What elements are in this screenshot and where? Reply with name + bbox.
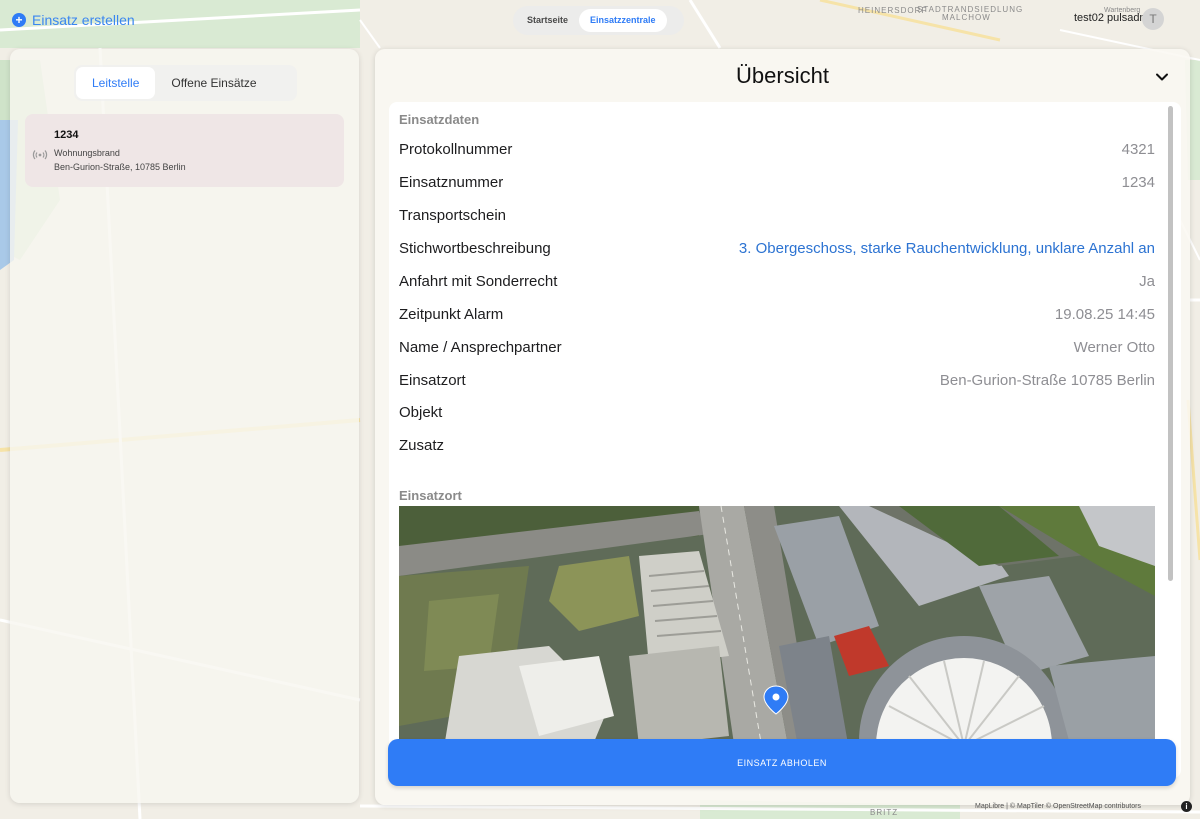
overview-content: Einsatzdaten Protokollnummer 4321 Einsat… (389, 102, 1181, 778)
row-label: Zusatz (399, 436, 445, 454)
avatar[interactable]: T (1142, 8, 1164, 30)
create-einsatz-button[interactable]: + Einsatz erstellen (12, 12, 135, 28)
detail-row-transportschein: Transportschein (399, 205, 1155, 225)
row-label: Einsatzort (399, 371, 466, 389)
page-title: Übersicht (736, 63, 829, 88)
aerial-map[interactable] (399, 506, 1155, 778)
row-label: Stichwortbeschreibung (399, 239, 551, 257)
row-value: Ja (1139, 272, 1155, 290)
detail-row-ansprechpartner: Name / Ansprechpartner Werner Otto (399, 337, 1155, 357)
row-value: 19.08.25 14:45 (1054, 305, 1155, 323)
list-segment-control: Leitstelle Offene Einsätze (74, 65, 297, 101)
tab-einsatzzentrale[interactable]: Einsatzzentrale (579, 9, 667, 32)
create-einsatz-label: Einsatz erstellen (32, 12, 135, 28)
detail-row-einsatzort: Einsatzort Ben-Gurion-Straße 10785 Berli… (399, 370, 1155, 390)
row-label: Einsatznummer (399, 173, 504, 191)
einsatz-address: Ben-Gurion-Straße, 10785 Berlin (54, 162, 186, 172)
row-value: 4321 (1121, 140, 1155, 158)
map-label-malchow: MALCHOW (942, 13, 991, 22)
section-einsatzort: Einsatzort (399, 488, 462, 503)
stichwort-link[interactable]: 3. Obergeschoss, starke Rauchentwicklung… (739, 240, 1155, 257)
row-label: Zeitpunkt Alarm (399, 305, 504, 323)
detail-row-protokollnummer: Protokollnummer 4321 (399, 139, 1155, 159)
chevron-down-icon[interactable] (1154, 69, 1170, 85)
detail-row-stichwort: Stichwortbeschreibung 3. Obergeschoss, s… (399, 238, 1155, 258)
row-value: Ben-Gurion-Straße 10785 Berlin (939, 371, 1155, 389)
overview-panel: Übersicht Einsatzdaten Protokollnummer 4… (375, 49, 1190, 805)
map-attribution[interactable]: MapLibre | © MapTiler © OpenStreetMap co… (975, 803, 1141, 810)
section-einsatzdaten: Einsatzdaten (399, 112, 480, 127)
tab-startseite[interactable]: Startseite (516, 9, 579, 32)
einsatz-number: 1234 (54, 129, 79, 141)
einsatz-type: Wohnungsbrand (54, 148, 120, 158)
scrollbar[interactable] (1168, 106, 1173, 581)
detail-row-einsatznummer: Einsatznummer 1234 (399, 172, 1155, 192)
row-label: Protokollnummer (399, 140, 513, 158)
detail-row-zeitpunkt: Zeitpunkt Alarm 19.08.25 14:45 (399, 304, 1155, 324)
detail-row-zusatz: Zusatz (399, 435, 1155, 455)
row-value: 1234 (1121, 173, 1155, 191)
detail-row-objekt: Objekt (399, 402, 1155, 422)
plus-icon: + (12, 13, 26, 27)
info-icon[interactable]: i (1181, 801, 1192, 812)
row-label: Objekt (399, 403, 443, 421)
map-label-britz: BRITZ (870, 808, 899, 817)
einsatz-abholen-button[interactable]: EINSATZ ABHOLEN (388, 739, 1176, 786)
tab-leitstelle[interactable]: Leitstelle (76, 67, 156, 99)
row-label: Anfahrt mit Sonderrecht (399, 272, 558, 290)
signal-icon (32, 150, 48, 160)
row-label: Name / Ansprechpartner (399, 338, 562, 356)
einsatz-list-item[interactable]: 1234 Wohnungsbrand Ben-Gurion-Straße, 10… (25, 114, 344, 187)
detail-row-sonderrecht: Anfahrt mit Sonderrecht Ja (399, 271, 1155, 291)
main-navigation: Startseite Einsatzzentrale (513, 6, 684, 35)
row-label: Transportschein (399, 206, 506, 224)
row-value: Werner Otto (1073, 338, 1155, 356)
einsatz-list-panel: Leitstelle Offene Einsätze 1234 Wohnungs… (10, 49, 359, 803)
tab-offene-einsaetze[interactable]: Offene Einsätze (155, 67, 272, 99)
